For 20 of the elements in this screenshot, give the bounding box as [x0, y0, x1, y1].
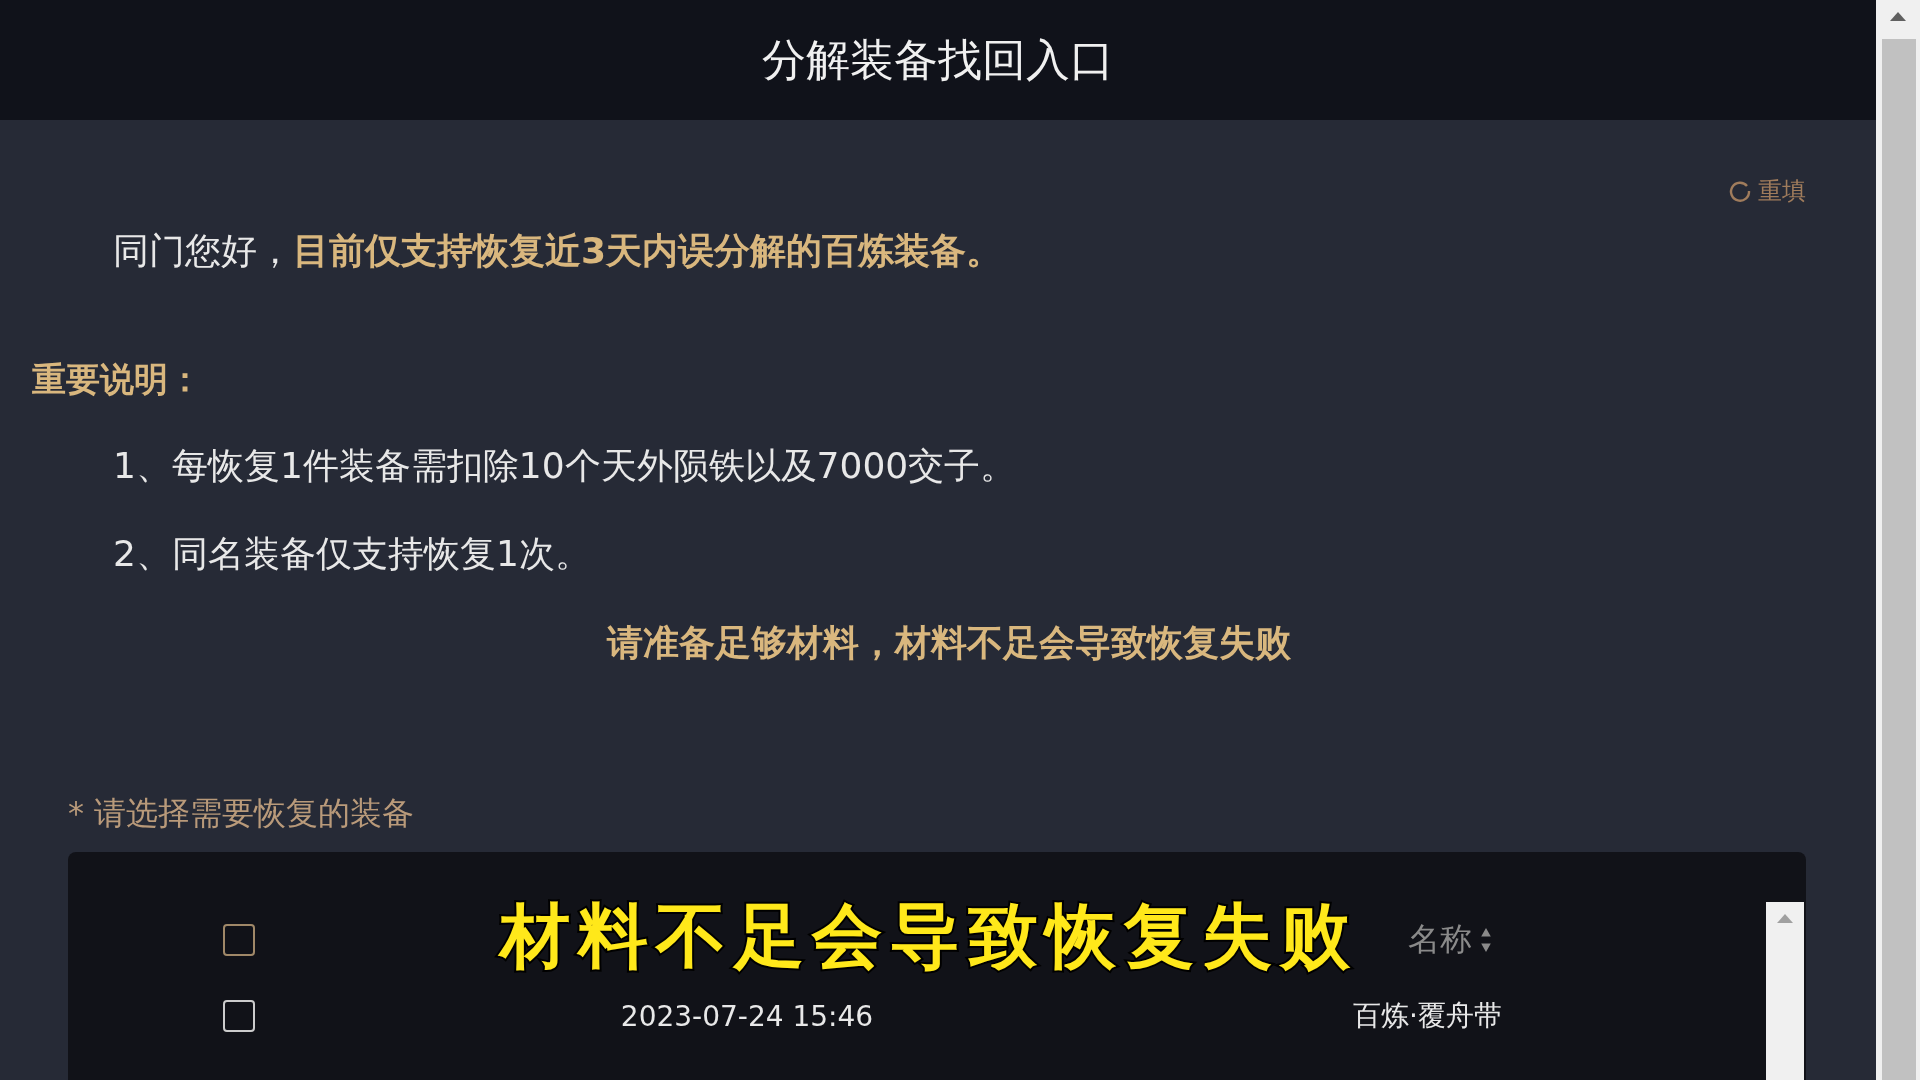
- checkbox[interactable]: [223, 1000, 255, 1032]
- scrollbar[interactable]: [1766, 902, 1804, 1080]
- refresh-icon: [1728, 179, 1752, 203]
- intro-text: 同门您好，目前仅支持恢复近3天内误分解的百炼装备。: [113, 229, 1004, 273]
- table-cell-text: 百炼·覆舟带: [1353, 998, 1502, 1034]
- notice-item: 2、同名装备仅支持恢复1次。: [113, 532, 592, 576]
- reset-button[interactable]: 重填: [1728, 174, 1806, 208]
- page-title: 分解装备找回入口: [762, 32, 1114, 87]
- notice-item: 1、每恢复1件装备需扣除10个天外陨铁以及7000交子。: [113, 444, 1018, 488]
- column-header[interactable]: 名称: [1408, 918, 1472, 962]
- notice-heading: 重要说明：: [32, 358, 203, 401]
- table-cell: 2023-07-24 15:46: [620, 999, 874, 1033]
- scroll-up-icon[interactable]: [1890, 12, 1906, 21]
- required-mark: *: [68, 793, 84, 834]
- checkbox[interactable]: [223, 924, 255, 956]
- warning-text: 请准备足够材料，材料不足会导致恢复失败: [605, 621, 1292, 665]
- scrollbar-thumb[interactable]: [1882, 39, 1916, 1080]
- scrollbar[interactable]: [1876, 0, 1920, 1080]
- video-subtitle: 材料不足会导致恢复失败: [500, 893, 1358, 979]
- field-label: 请选择需要恢复的装备: [94, 793, 414, 834]
